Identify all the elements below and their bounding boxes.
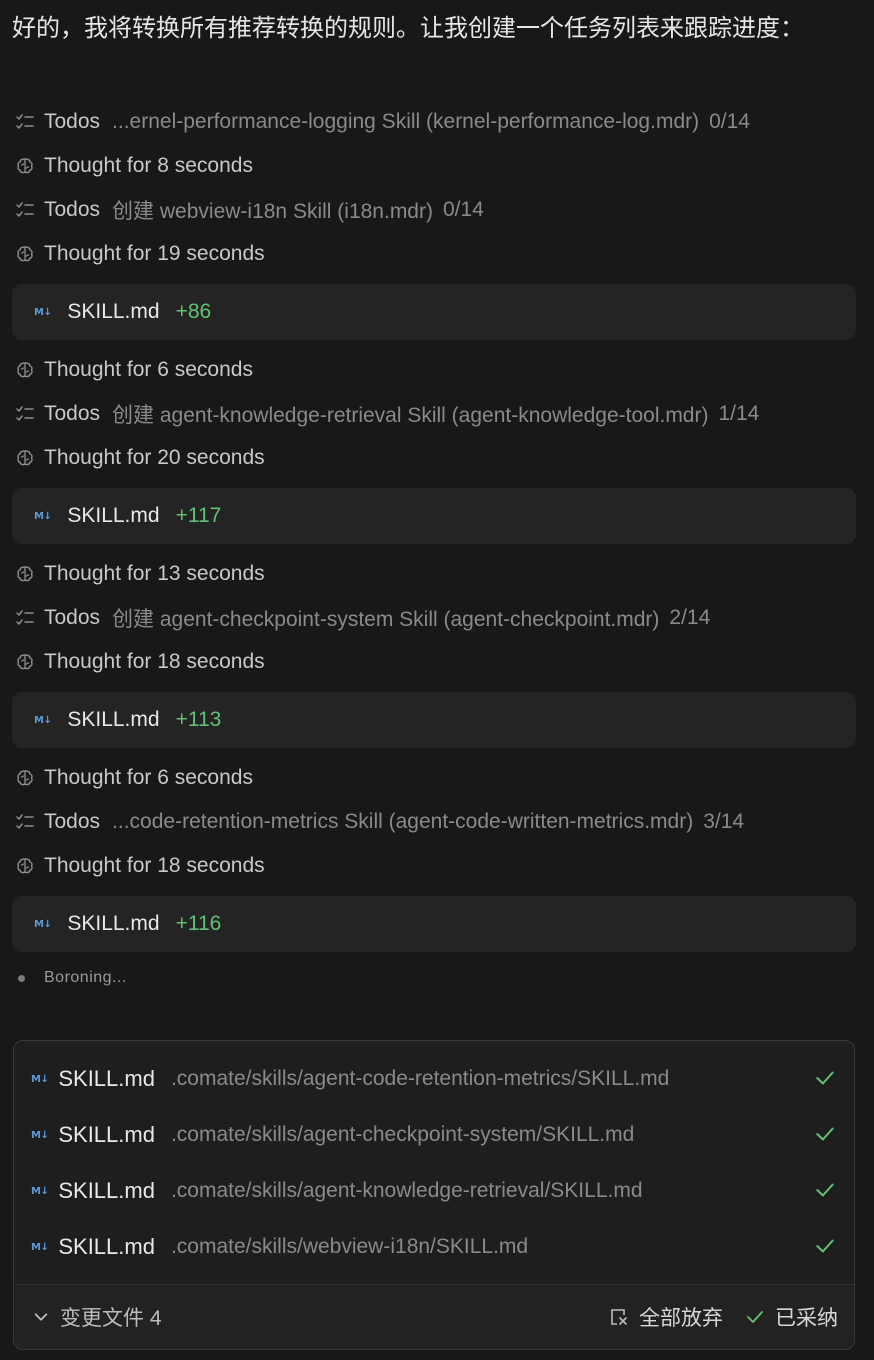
checklist-icon <box>14 403 36 425</box>
status-dot <box>18 974 25 982</box>
changed-file-name: SKILL.md <box>58 1066 155 1091</box>
changed-file-path: .comate/skills/agent-checkpoint-system/S… <box>170 1123 635 1146</box>
markdown-icon: M↓ <box>34 918 52 930</box>
todos-label: Todos <box>44 198 101 221</box>
changed-file-row[interactable]: M↓ SKILL.md .comate/skills/agent-knowledge… <box>14 1163 854 1219</box>
markdown-icon: M↓ <box>31 1129 49 1141</box>
discard-all-label: 全部放弃 <box>639 1307 723 1330</box>
todos-label: Todos <box>44 606 101 629</box>
changed-file-row[interactable]: M↓ SKILL.md .comate/skills/webview-i18n/SK… <box>14 1219 854 1275</box>
todo-current-task: 创建 webview-i18n Skill (i18n.mdr) <box>112 200 433 223</box>
todos-row[interactable]: Todos 创建 webview-i18n Skill (i18n.mdr) 0/1… <box>14 195 864 225</box>
thought-label: Thought for 19 seconds <box>44 242 265 265</box>
markdown-icon: M↓ <box>34 306 52 318</box>
lines-added: +117 <box>175 504 222 527</box>
file-edit-card[interactable]: M↓ SKILL.md +86 <box>12 284 856 340</box>
file-name: SKILL.md <box>67 300 160 323</box>
thought-label: Thought for 18 seconds <box>44 650 265 673</box>
todo-progress: 0/14 <box>442 198 484 221</box>
todo-current-task: 创建 agent-knowledge-retrieval Skill (agen… <box>112 404 709 427</box>
file-edit-card[interactable]: M↓ SKILL.md +117 <box>12 488 856 544</box>
brain-icon <box>14 563 36 585</box>
file-name: SKILL.md <box>67 504 160 527</box>
todo-current-task: ...code-retention-metrics Skill (agent-c… <box>112 810 694 833</box>
thought-label: Thought for 6 seconds <box>44 358 253 381</box>
todos-row[interactable]: Todos ...ernel-performance-logging Skill … <box>14 107 864 137</box>
check-icon <box>816 1239 834 1253</box>
brain-icon <box>14 359 36 381</box>
markdown-icon: M↓ <box>34 510 52 522</box>
chevron-down-icon[interactable] <box>32 1308 50 1326</box>
check-icon <box>747 1311 763 1323</box>
markdown-icon: M↓ <box>31 1073 49 1085</box>
thought-row[interactable]: Thought for 20 seconds <box>14 443 864 473</box>
todo-current-task: 创建 agent-checkpoint-system Skill (agent-… <box>112 608 660 631</box>
checklist-icon <box>14 811 36 833</box>
todo-current-task: ...ernel-performance-logging Skill (kern… <box>112 110 700 133</box>
todo-progress: 3/14 <box>703 810 745 833</box>
changed-files-footer: 变更文件 4 全部放弃 已采纳 <box>14 1284 854 1349</box>
file-edit-card[interactable]: M↓ SKILL.md +116 <box>12 896 856 952</box>
check-icon <box>816 1071 834 1085</box>
todos-row[interactable]: Todos 创建 agent-knowledge-retrieval Skill … <box>14 399 864 429</box>
accepted-label: 已采纳 <box>775 1307 838 1330</box>
markdown-icon: M↓ <box>34 714 52 726</box>
file-name: SKILL.md <box>67 912 160 935</box>
status-text: Boroning... <box>44 969 127 986</box>
thought-label: Thought for 13 seconds <box>44 562 265 585</box>
brain-icon <box>14 447 36 469</box>
brain-icon <box>14 767 36 789</box>
thought-label: Thought for 20 seconds <box>44 446 265 469</box>
thought-label: Thought for 8 seconds <box>44 154 253 177</box>
check-icon <box>816 1127 834 1141</box>
discard-icon <box>611 1309 627 1325</box>
changed-files-summary[interactable]: 变更文件 4 <box>60 1302 162 1332</box>
changed-file-path: .comate/skills/agent-knowledge-retrieval… <box>170 1179 643 1202</box>
changed-file-name: SKILL.md <box>58 1178 155 1203</box>
thought-label: Thought for 6 seconds <box>44 766 253 789</box>
todos-label: Todos <box>44 810 101 833</box>
changed-file-path: .comate/skills/webview-i18n/SKILL.md <box>170 1235 529 1258</box>
thought-row[interactable]: Thought for 18 seconds <box>14 647 864 677</box>
markdown-icon: M↓ <box>31 1241 49 1253</box>
lines-added: +86 <box>175 300 212 323</box>
todos-label: Todos <box>44 110 101 133</box>
thought-row[interactable]: Thought for 6 seconds <box>14 763 864 793</box>
changed-file-row[interactable]: M↓ SKILL.md .comate/skills/agent-checkpoin… <box>14 1107 854 1163</box>
brain-icon <box>14 155 36 177</box>
checklist-icon <box>14 111 36 133</box>
file-name: SKILL.md <box>67 708 160 731</box>
discard-all-button[interactable]: 全部放弃 <box>609 1302 723 1332</box>
checklist-icon <box>14 199 36 221</box>
markdown-icon: M↓ <box>31 1185 49 1197</box>
todo-progress: 2/14 <box>669 606 711 629</box>
todo-progress: 0/14 <box>709 110 750 133</box>
thought-row[interactable]: Thought for 19 seconds <box>14 239 864 269</box>
thought-row[interactable]: Thought for 8 seconds <box>14 151 864 181</box>
status-indicator: Boroning... <box>18 964 127 992</box>
accepted-button[interactable]: 已采纳 <box>745 1302 838 1332</box>
thought-row[interactable]: Thought for 18 seconds <box>14 851 864 881</box>
changed-files-panel: M↓ SKILL.md .comate/skills/agent-code-rete… <box>13 1040 855 1350</box>
changed-file-row[interactable]: M↓ SKILL.md .comate/skills/agent-code-rete… <box>14 1051 854 1107</box>
todos-label: Todos <box>44 402 101 425</box>
assistant-message: 好的，我将转换所有推荐转换的规则。让我创建一个任务列表来跟踪进度： <box>12 15 804 42</box>
changed-file-path: .comate/skills/agent-code-retention-metr… <box>170 1067 670 1090</box>
file-edit-card[interactable]: M↓ SKILL.md +113 <box>12 692 856 748</box>
brain-icon <box>14 651 36 673</box>
thought-label: Thought for 18 seconds <box>44 854 265 877</box>
thought-row[interactable]: Thought for 13 seconds <box>14 559 864 589</box>
todos-row[interactable]: Todos 创建 agent-checkpoint-system Skill (a… <box>14 603 864 633</box>
lines-added: +116 <box>175 912 222 935</box>
checklist-icon <box>14 607 36 629</box>
brain-icon <box>14 855 36 877</box>
changed-file-name: SKILL.md <box>58 1122 155 1147</box>
todos-row[interactable]: Todos ...code-retention-metrics Skill (ag… <box>14 807 864 837</box>
todo-progress: 1/14 <box>718 402 760 425</box>
thought-row[interactable]: Thought for 6 seconds <box>14 355 864 385</box>
lines-added: +113 <box>175 708 222 731</box>
check-icon <box>816 1183 834 1197</box>
brain-icon <box>14 243 36 265</box>
changed-file-name: SKILL.md <box>58 1234 155 1259</box>
